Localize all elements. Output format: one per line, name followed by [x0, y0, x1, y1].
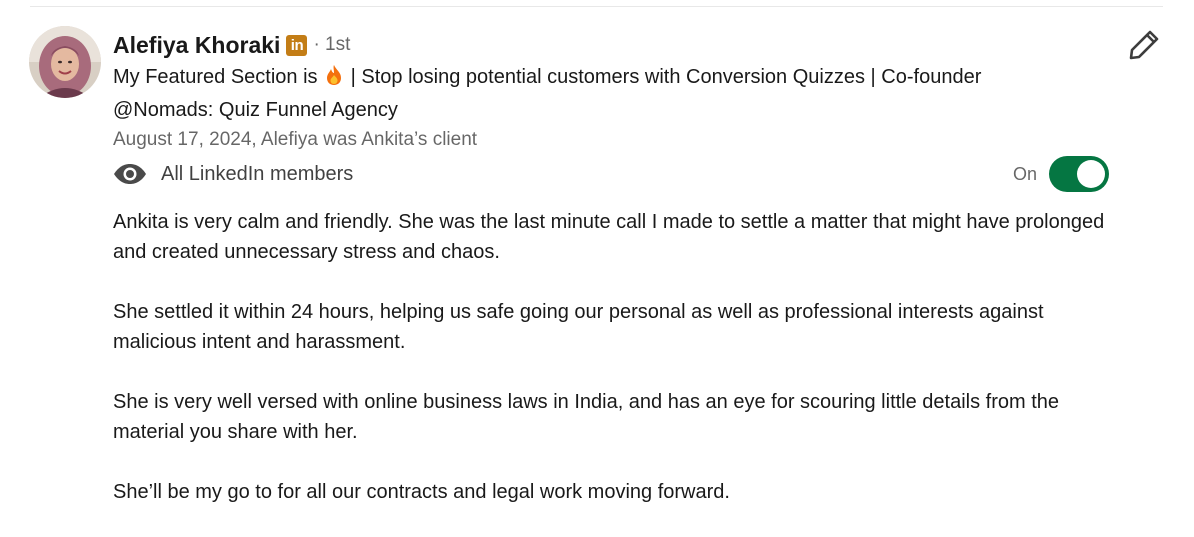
- eye-icon: [114, 164, 146, 184]
- linkedin-badge-text: in: [290, 36, 304, 54]
- edit-button[interactable]: [1126, 27, 1162, 63]
- avatar-photo: [29, 26, 101, 98]
- toggle-state-label: On: [1012, 163, 1037, 184]
- avatar[interactable]: [29, 26, 101, 98]
- author-name[interactable]: Alefiya Khoraki: [113, 32, 280, 59]
- recommendation-paragraph: She is very well versed with online busi…: [113, 391, 1060, 443]
- name-row: Alefiya Khoraki in · 1st: [113, 28, 1123, 62]
- recommendation-paragraph: Ankita is very calm and friendly. She wa…: [113, 211, 1105, 263]
- connection-degree: · 1st: [313, 34, 351, 55]
- top-divider: [30, 6, 1163, 7]
- fire-icon: [325, 64, 343, 95]
- recommendation-card: Alefiya Khoraki in · 1st My Featured Sec…: [113, 28, 1123, 537]
- recommendation-paragraph: She settled it within 24 hours, helping …: [113, 301, 1044, 353]
- date-relationship: August 17, 2024, Alefiya was Ankita’s cl…: [113, 129, 478, 150]
- headline-part-1: My Featured Section is: [113, 66, 318, 88]
- pencil-icon: [1129, 30, 1159, 60]
- recommendation-paragraph: She’ll be my go to for all our contracts…: [113, 481, 730, 503]
- toggle-knob: [1077, 160, 1105, 188]
- recommendation-text: Ankita is very calm and friendly. She wa…: [113, 207, 1113, 507]
- author-headline: My Featured Section is | Stop losing pot…: [113, 62, 1073, 125]
- visibility-row: All LinkedIn members On: [113, 155, 1109, 193]
- visibility-toggle[interactable]: [1049, 156, 1109, 192]
- visibility-toggle-group: On: [1013, 156, 1109, 192]
- visibility-label: All LinkedIn members: [161, 162, 354, 185]
- linkedin-icon: in: [286, 34, 308, 56]
